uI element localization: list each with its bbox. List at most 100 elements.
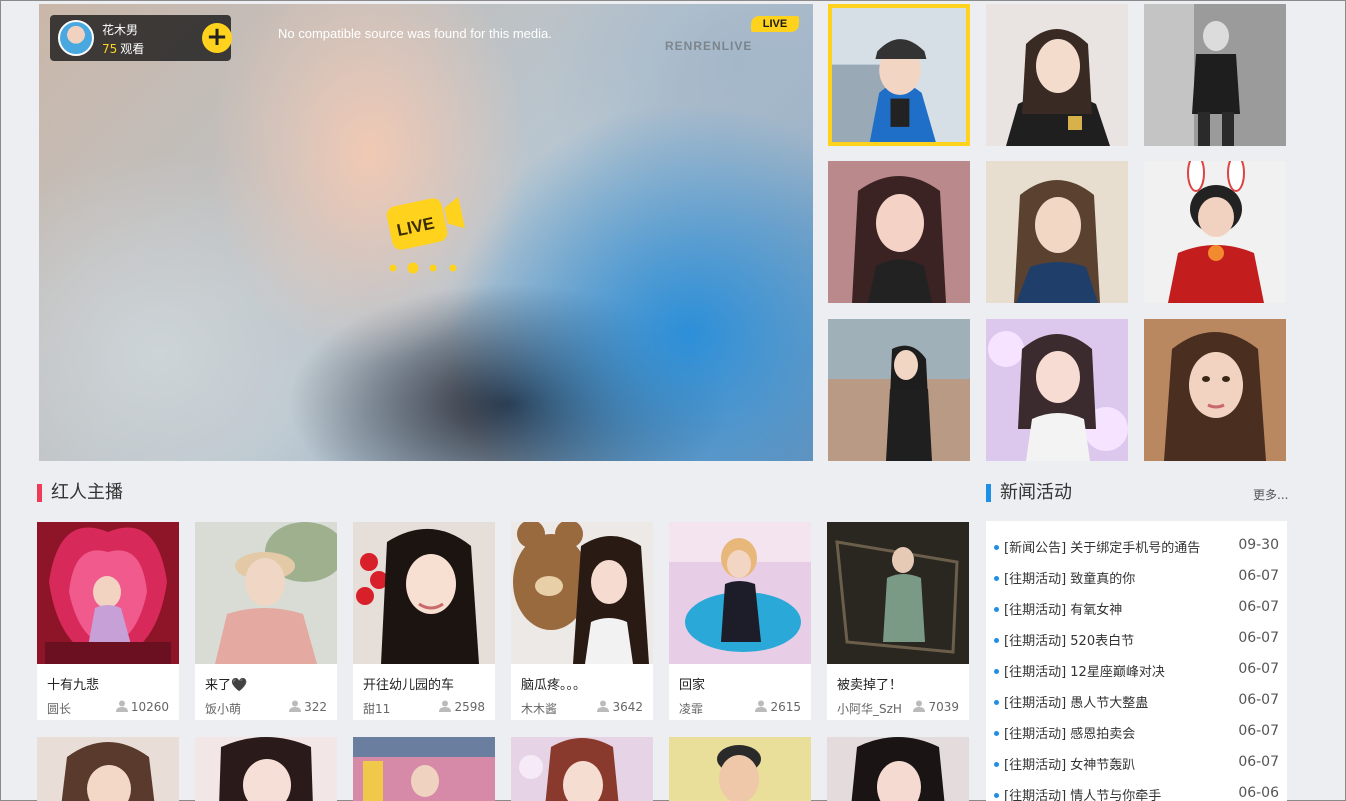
anchor-card[interactable]: 来了🖤 饭小萌 322 — [195, 522, 337, 720]
news-item[interactable]: [往期活动] 女神节轰趴 06-07 — [994, 754, 1279, 785]
anchor-card-image[interactable] — [195, 522, 337, 664]
live-tag: LIVE — [751, 16, 799, 32]
featured-thumb-6[interactable] — [1144, 161, 1286, 303]
news-item-title[interactable]: [往期活动] 致童真的你 — [1004, 568, 1135, 587]
user-icon — [289, 700, 302, 712]
featured-thumb-3[interactable] — [1144, 4, 1286, 146]
follow-button[interactable]: + — [202, 23, 232, 53]
featured-thumb-5[interactable] — [986, 161, 1128, 303]
anchor-card-image[interactable] — [669, 522, 811, 664]
bullet-dot — [994, 793, 999, 798]
anchor-card-viewers: 10260 — [115, 700, 169, 714]
anchor-card-title: 十有九悲 — [47, 678, 100, 693]
featured-thumb-8[interactable] — [986, 319, 1128, 461]
news-item-date: 06-07 — [1238, 568, 1279, 584]
anchor-info: 花木男 75 观看 + — [50, 15, 232, 61]
anchor-card-partial[interactable] — [195, 737, 337, 801]
bullet-dot — [994, 700, 999, 705]
news-item[interactable]: [新闻公告] 关于绑定手机号的通告 09-30 — [994, 537, 1279, 568]
anchor-card-image[interactable] — [511, 522, 653, 664]
anchor-card-viewer-count: 2598 — [454, 700, 485, 714]
anchor-card-title: 脑瓜疼。。。 — [521, 678, 587, 693]
anchor-card-viewer-count: 7039 — [928, 700, 959, 714]
anchor-card-nickname: 小阿华_SzH — [837, 702, 902, 716]
anchor-card-partial[interactable] — [827, 737, 969, 801]
anchor-avatar[interactable] — [58, 20, 94, 56]
news-item-date: 06-07 — [1238, 599, 1279, 615]
bullet-dot — [994, 669, 999, 674]
bullet-dot — [994, 607, 999, 612]
news-more-link[interactable]: 更多... — [1253, 486, 1288, 503]
news-item-title[interactable]: [往期活动] 12星座巅峰对决 — [1004, 661, 1165, 680]
video-player[interactable]: 花木男 75 观看 + No compatible source was foun… — [39, 4, 813, 461]
featured-thumb-7[interactable] — [828, 319, 970, 461]
viewer-count-number: 75 — [102, 42, 118, 56]
news-item[interactable]: [往期活动] 感恩拍卖会 06-07 — [994, 723, 1279, 754]
anchor-card[interactable]: 被卖掉了！ 小阿华_SzH 7039 — [827, 522, 969, 720]
news-item-date: 06-07 — [1238, 754, 1279, 770]
news-item-date: 06-06 — [1238, 785, 1279, 801]
anchor-card-title: 被卖掉了！ — [837, 678, 903, 693]
anchor-card[interactable]: 回家 凌霏 2615 — [669, 522, 811, 720]
anchor-card[interactable]: 脑瓜疼。。。 木木酱 3642 — [511, 522, 653, 720]
featured-thumb-2[interactable] — [986, 4, 1128, 146]
news-item[interactable]: [往期活动] 520表白节 06-07 — [994, 630, 1279, 661]
anchor-card-nickname: 凌霏 — [679, 702, 704, 716]
anchor-card-nickname: 木木酱 — [521, 702, 558, 716]
hot-anchors-title: 红人主播 — [37, 483, 123, 503]
news-title: 新闻活动 — [986, 483, 1072, 503]
news-item-title[interactable]: [往期活动] 520表白节 — [1004, 630, 1134, 649]
live-camera-icon: LIVE — [385, 196, 467, 278]
player-error-message: No compatible source was found for this … — [278, 26, 552, 41]
featured-thumb-9[interactable] — [1144, 319, 1286, 461]
news-item-date: 06-07 — [1238, 723, 1279, 739]
anchor-card-title: 回家 — [679, 678, 706, 693]
news-item-title[interactable]: [往期活动] 情人节与你牵手 — [1004, 785, 1161, 801]
anchor-name[interactable]: 花木男 — [102, 21, 138, 38]
news-item[interactable]: [往期活动] 致童真的你 06-07 — [994, 568, 1279, 599]
news-item[interactable]: [往期活动] 愚人节大整蛊 06-07 — [994, 692, 1279, 723]
anchor-card-viewer-count: 2615 — [770, 700, 801, 714]
user-icon — [115, 700, 128, 712]
anchor-card-viewers: 2615 — [755, 700, 801, 714]
anchor-card-image[interactable] — [353, 522, 495, 664]
watermark-logo: RENRENLIVE — [665, 39, 753, 53]
anchor-card-viewers: 7039 — [913, 700, 959, 714]
anchor-card-title: 来了🖤 — [205, 678, 248, 693]
news-item-date: 06-07 — [1238, 630, 1279, 646]
news-list: [新闻公告] 关于绑定手机号的通告 09-30 [往期活动] 致童真的你 06-07… — [986, 521, 1287, 801]
news-item-title[interactable]: [往期活动] 有氧女神 — [1004, 599, 1122, 618]
news-item-title[interactable]: [往期活动] 感恩拍卖会 — [1004, 723, 1135, 742]
anchor-card-nickname: 饭小萌 — [205, 702, 242, 716]
user-icon — [597, 700, 610, 712]
anchor-card-viewer-count: 322 — [304, 700, 327, 714]
anchor-card-partial[interactable] — [511, 737, 653, 801]
bullet-dot — [994, 576, 999, 581]
anchor-card-title: 开往幼儿园的车 — [363, 678, 455, 693]
news-item[interactable]: [往期活动] 12星座巅峰对决 06-07 — [994, 661, 1279, 692]
news-item-title[interactable]: [往期活动] 愚人节大整蛊 — [1004, 692, 1148, 711]
anchor-card-viewers: 322 — [289, 700, 327, 714]
anchor-card-partial[interactable] — [353, 737, 495, 801]
user-icon — [913, 700, 926, 712]
user-icon — [755, 700, 768, 712]
anchor-card-image[interactable] — [827, 522, 969, 664]
bullet-dot — [994, 731, 999, 736]
anchor-card-image[interactable] — [37, 522, 179, 664]
anchor-card-partial[interactable] — [669, 737, 811, 801]
anchor-card-partial[interactable] — [37, 737, 179, 801]
anchor-card-viewers: 3642 — [597, 700, 643, 714]
anchor-card-viewer-count: 3642 — [612, 700, 643, 714]
news-item[interactable]: [往期活动] 情人节与你牵手 06-06 — [994, 785, 1279, 801]
news-item-title[interactable]: [新闻公告] 关于绑定手机号的通告 — [1004, 537, 1200, 556]
anchor-card-viewers: 2598 — [439, 700, 485, 714]
featured-thumb-4[interactable] — [828, 161, 970, 303]
bullet-dot — [994, 762, 999, 767]
anchor-card[interactable]: 开往幼儿园的车 甜11 2598 — [353, 522, 495, 720]
news-item[interactable]: [往期活动] 有氧女神 06-07 — [994, 599, 1279, 630]
anchor-card-nickname: 甜11 — [363, 702, 391, 716]
news-item-title[interactable]: [往期活动] 女神节轰趴 — [1004, 754, 1135, 773]
anchor-card[interactable]: 十有九悲 圆长 10260 — [37, 522, 179, 720]
user-icon — [439, 700, 452, 712]
featured-thumb-1[interactable] — [828, 4, 970, 146]
